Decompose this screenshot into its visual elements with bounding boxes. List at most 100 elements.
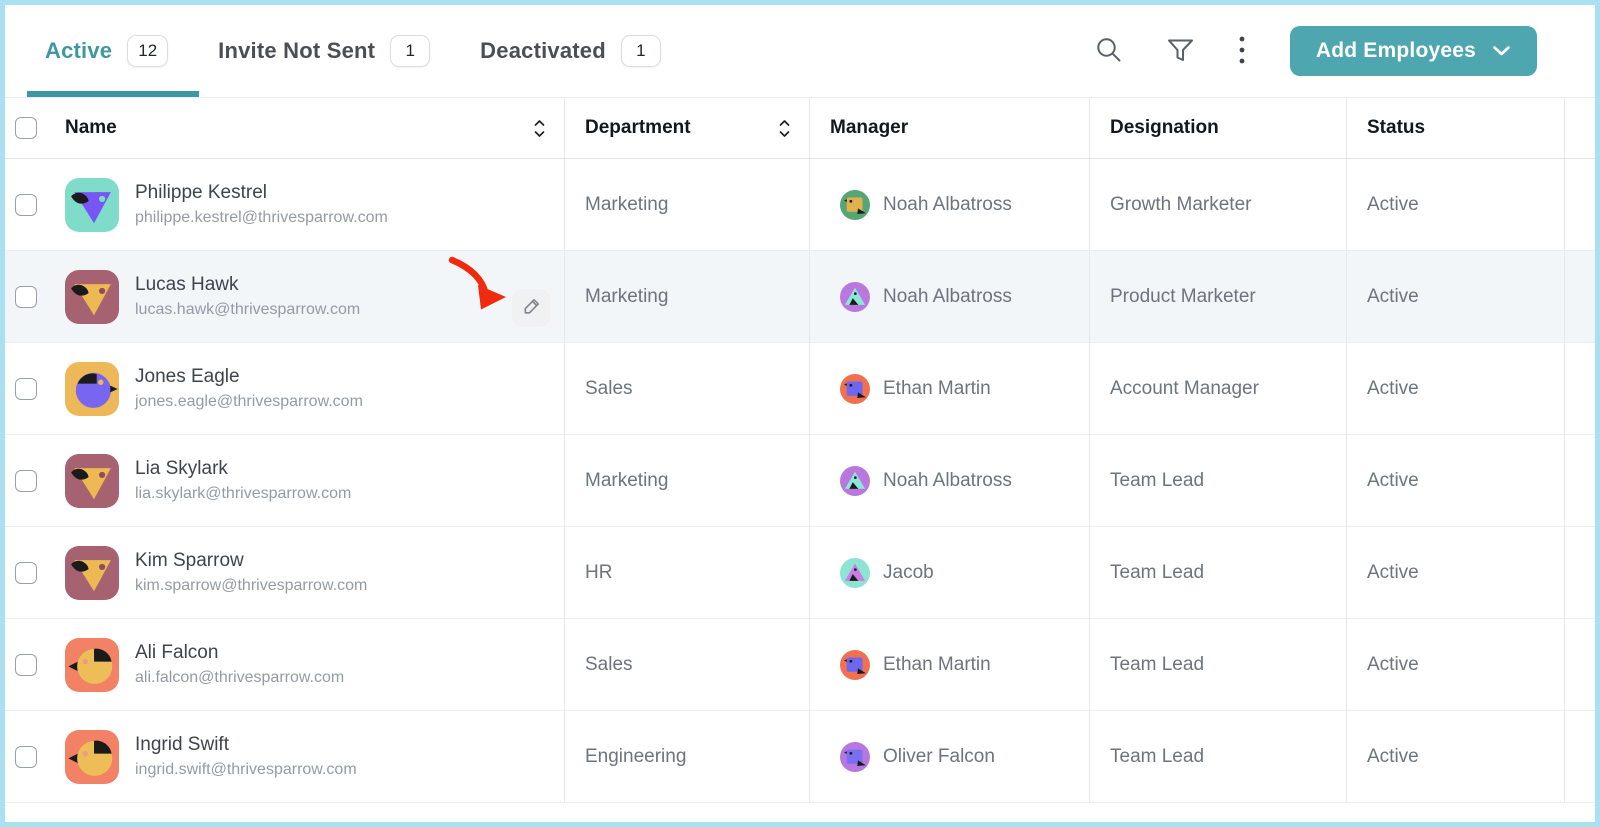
employee-identity: Jones Eagle jones.eagle@thrivesparrow.com <box>135 366 363 411</box>
status-text: Active <box>1367 745 1419 767</box>
manager-cell: Noah Albatross <box>810 159 1090 250</box>
search-icon <box>1094 35 1123 67</box>
name-cell: Jones Eagle jones.eagle@thrivesparrow.com <box>5 343 565 434</box>
row-checkbox[interactable] <box>15 193 37 216</box>
column-header-name[interactable]: Name <box>5 98 565 158</box>
manager-name: Ethan Martin <box>883 377 991 399</box>
manager-avatar <box>840 649 870 680</box>
table-filler <box>1565 435 1595 526</box>
designation-cell: Team Lead <box>1090 619 1347 710</box>
table-header-row: Name Department Manager Designation Status <box>5 97 1595 159</box>
table-filler <box>1565 251 1595 342</box>
table-row[interactable]: Philippe Kestrel philippe.kestrel@thrives… <box>5 159 1595 251</box>
employee-avatar <box>65 177 119 232</box>
manager-avatar <box>840 189 870 220</box>
department-text: Marketing <box>585 285 669 307</box>
employee-name: Kim Sparrow <box>135 550 244 571</box>
tab-active[interactable]: Active 12 <box>45 35 169 67</box>
status-cell: Active <box>1347 527 1565 618</box>
table-filler <box>1565 619 1595 710</box>
employee-email: ali.falcon@thrivesparrow.com <box>135 669 345 686</box>
employee-identity: Ingrid Swift ingrid.swift@thrivesparrow.c… <box>135 734 357 779</box>
designation-cell: Product Marketer <box>1090 251 1347 342</box>
tab-invite-not-sent[interactable]: Invite Not Sent 1 <box>218 35 431 67</box>
column-header-department[interactable]: Department <box>565 98 810 158</box>
tab-bar: Active 12 Invite Not Sent 1 Deactivated 1 <box>45 35 661 67</box>
row-checkbox[interactable] <box>15 469 37 492</box>
column-header-status: Status <box>1347 98 1565 158</box>
manager-cell: Oliver Falcon <box>810 711 1090 802</box>
table-body: Philippe Kestrel philippe.kestrel@thrives… <box>5 159 1595 803</box>
column-header-designation: Designation <box>1090 98 1347 158</box>
employee-name: Ali Falcon <box>135 642 219 663</box>
sort-icon[interactable] <box>533 119 546 138</box>
designation-text: Team Lead <box>1110 561 1205 583</box>
department-cell: HR <box>565 527 810 618</box>
employee-name: Lia Skylark <box>135 458 228 479</box>
search-button[interactable] <box>1094 35 1123 67</box>
designation-cell: Team Lead <box>1090 435 1347 526</box>
department-text: Marketing <box>585 193 669 215</box>
chevron-down-icon <box>1492 39 1511 63</box>
manager-cell: Ethan Martin <box>810 343 1090 434</box>
name-cell: Ali Falcon ali.falcon@thrivesparrow.com <box>5 619 565 710</box>
active-tab-indicator <box>27 91 199 97</box>
more-options-button[interactable] <box>1238 34 1246 69</box>
callout-arrow <box>443 256 513 314</box>
tab-count-badge-invite-not-sent: 1 <box>390 35 431 67</box>
manager-avatar <box>840 557 870 588</box>
row-checkbox[interactable] <box>15 653 37 676</box>
department-text: Sales <box>585 653 633 675</box>
table-row[interactable]: Ali Falcon ali.falcon@thrivesparrow.com Sa… <box>5 619 1595 711</box>
row-checkbox[interactable] <box>15 377 37 400</box>
row-checkbox[interactable] <box>15 285 37 308</box>
manager-name: Ethan Martin <box>883 653 991 675</box>
table-filler <box>1565 159 1595 250</box>
column-label: Department <box>585 117 691 138</box>
department-cell: Sales <box>565 343 810 434</box>
column-header-manager: Manager <box>810 98 1090 158</box>
filter-button[interactable] <box>1165 35 1196 67</box>
employee-email: ingrid.swift@thrivesparrow.com <box>135 761 357 778</box>
table-filler <box>1565 527 1595 618</box>
sort-icon[interactable] <box>778 119 791 138</box>
column-label: Name <box>65 117 117 138</box>
department-text: Sales <box>585 377 633 399</box>
edit-button[interactable] <box>512 289 550 327</box>
employee-avatar <box>65 453 119 508</box>
row-checkbox[interactable] <box>15 745 37 768</box>
table-row[interactable]: Kim Sparrow kim.sparrow@thrivesparrow.com… <box>5 527 1595 619</box>
manager-name: Noah Albatross <box>883 285 1012 307</box>
employee-name: Ingrid Swift <box>135 734 229 755</box>
department-cell: Marketing <box>565 159 810 250</box>
table-row[interactable]: Lia Skylark lia.skylark@thrivesparrow.com… <box>5 435 1595 527</box>
more-options-icon <box>1238 34 1246 69</box>
employee-name: Philippe Kestrel <box>135 182 268 203</box>
manager-avatar <box>840 741 870 772</box>
manager-name: Noah Albatross <box>883 193 1012 215</box>
status-text: Active <box>1367 653 1419 675</box>
employee-identity: Lucas Hawk lucas.hawk@thrivesparrow.com <box>135 274 360 319</box>
department-cell: Marketing <box>565 435 810 526</box>
tab-label-active: Active <box>45 38 113 63</box>
manager-name: Jacob <box>883 561 934 583</box>
manager-cell: Ethan Martin <box>810 619 1090 710</box>
status-text: Active <box>1367 561 1419 583</box>
designation-text: Team Lead <box>1110 653 1205 675</box>
add-employees-button[interactable]: Add Employees <box>1289 26 1537 76</box>
status-cell: Active <box>1347 159 1565 250</box>
employee-avatar <box>65 545 119 600</box>
select-all-checkbox[interactable] <box>15 117 37 139</box>
tab-deactivated[interactable]: Deactivated 1 <box>480 35 661 67</box>
table-row[interactable]: Jones Eagle jones.eagle@thrivesparrow.com… <box>5 343 1595 435</box>
status-cell: Active <box>1347 711 1565 802</box>
table-row[interactable]: Ingrid Swift ingrid.swift@thrivesparrow.c… <box>5 711 1595 803</box>
designation-text: Team Lead <box>1110 745 1205 767</box>
row-checkbox[interactable] <box>15 561 37 584</box>
column-label: Status <box>1367 117 1426 138</box>
designation-text: Product Marketer <box>1110 285 1256 307</box>
column-label: Designation <box>1110 117 1219 138</box>
employee-email: philippe.kestrel@thrivesparrow.com <box>135 209 388 226</box>
employee-avatar <box>65 729 119 784</box>
table-row[interactable]: Lucas Hawk lucas.hawk@thrivesparrow.com Ma… <box>5 251 1595 343</box>
